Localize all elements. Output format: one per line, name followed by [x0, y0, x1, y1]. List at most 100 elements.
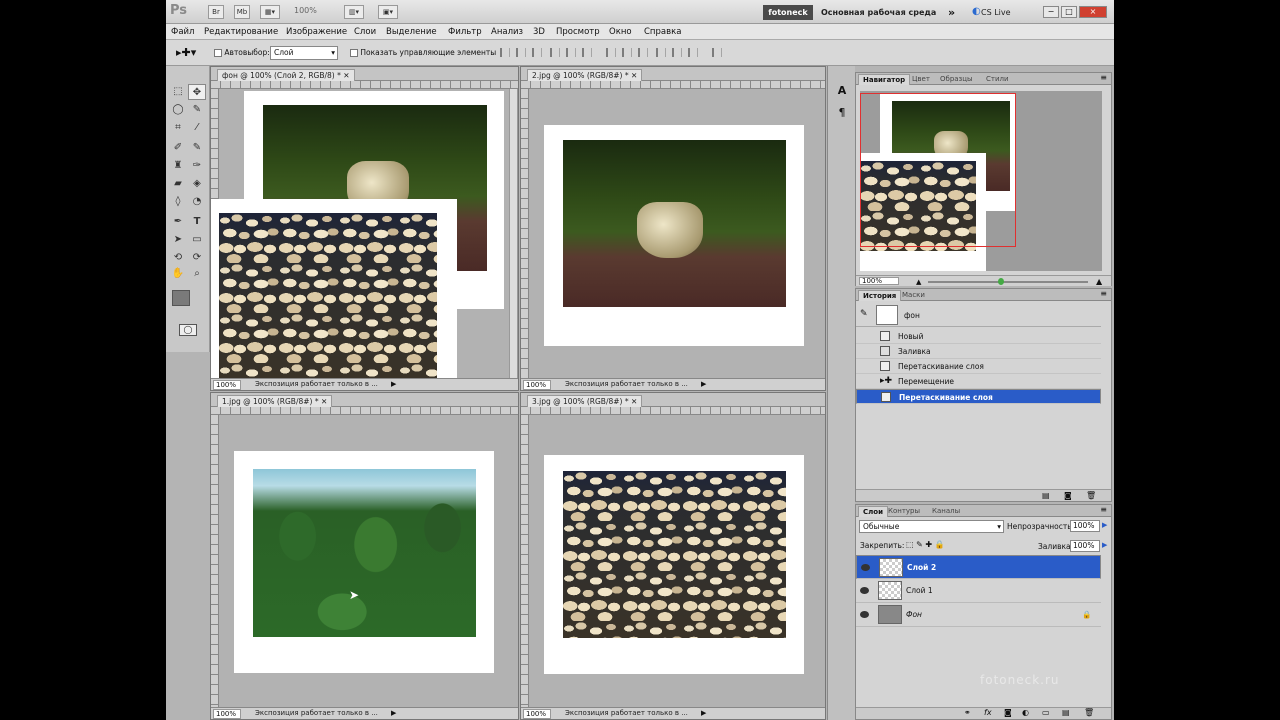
- distribute-top-icon[interactable]: [606, 48, 616, 57]
- tab-styles[interactable]: Стили: [982, 74, 1013, 85]
- menu-edit[interactable]: Редактирование: [204, 27, 278, 37]
- zoom-field[interactable]: 100%: [213, 709, 241, 719]
- layer-name[interactable]: Слой 2: [907, 556, 936, 580]
- distribute-bottom-icon[interactable]: [638, 48, 648, 57]
- cs-live-button[interactable]: CS Live: [981, 8, 1011, 17]
- zoom-slider-thumb[interactable]: [998, 278, 1004, 285]
- character-panel-icon[interactable]: A: [834, 84, 850, 100]
- zoom-field[interactable]: 100%: [523, 380, 551, 390]
- canvas-area[interactable]: [219, 415, 518, 709]
- move-tool-icon[interactable]: ▸✚▾: [176, 46, 196, 59]
- history-item[interactable]: Перетаскивание слоя: [856, 359, 1101, 374]
- document-tab[interactable]: 1.jpg @ 100% (RGB/8#) * ✕: [217, 395, 333, 407]
- menu-analysis[interactable]: Анализ: [491, 27, 523, 37]
- lock-icons[interactable]: ⬚ ✎ ✚ 🔒: [906, 540, 945, 549]
- arrange-documents-button[interactable]: ▥▾: [344, 5, 364, 19]
- document-tab[interactable]: 3.jpg @ 100% (RGB/8#) * ✕: [527, 395, 643, 407]
- panel-menu-icon[interactable]: ≡: [1100, 505, 1107, 514]
- quick-mask-icon[interactable]: ◯: [179, 324, 197, 336]
- visibility-eye-icon[interactable]: [860, 611, 869, 618]
- align-right-icon[interactable]: [582, 48, 592, 57]
- navigator-zoom-slider[interactable]: [928, 281, 1088, 283]
- fill-arrow-icon[interactable]: ▶: [1102, 541, 1107, 549]
- zoom-out-icon[interactable]: ▲: [916, 278, 921, 286]
- menu-image[interactable]: Изображение: [286, 27, 347, 37]
- history-item-selected[interactable]: Перетаскивание слоя: [856, 389, 1101, 404]
- document-tab[interactable]: 2.jpg @ 100% (RGB/8#) * ✕: [527, 69, 643, 81]
- menu-view[interactable]: Просмотр: [556, 27, 600, 37]
- align-bottom-icon[interactable]: [532, 48, 542, 57]
- new-layer-icon[interactable]: ▤: [1062, 708, 1070, 717]
- marquee-tool-icon[interactable]: ⬚: [169, 84, 187, 100]
- close-tab-icon[interactable]: ✕: [343, 71, 349, 80]
- canvas-area[interactable]: [529, 89, 825, 380]
- menu-file[interactable]: Файл: [171, 27, 194, 37]
- opacity-arrow-icon[interactable]: ▶: [1102, 521, 1107, 529]
- minimize-button[interactable]: −: [1043, 6, 1059, 18]
- menu-help[interactable]: Справка: [644, 27, 681, 37]
- screen-mode-button[interactable]: ▣▾: [378, 5, 398, 19]
- paint-bucket-icon[interactable]: ◈: [188, 176, 206, 192]
- layer-style-icon[interactable]: fx: [984, 708, 992, 717]
- history-snapshot[interactable]: ✎ фон: [856, 303, 1101, 327]
- visibility-eye-icon[interactable]: [861, 564, 870, 571]
- rectangle-tool-icon[interactable]: ▭: [188, 232, 206, 248]
- zoom-in-icon[interactable]: ▲: [1096, 277, 1102, 286]
- lasso-tool-icon[interactable]: ◯: [169, 102, 187, 118]
- auto-align-icon[interactable]: [712, 48, 722, 57]
- path-select-icon[interactable]: ➤: [169, 232, 187, 248]
- workspace-switcher[interactable]: Основная рабочая среда: [821, 8, 936, 17]
- status-text[interactable]: Экспозиция работает только в ...: [565, 708, 688, 719]
- close-tab-icon[interactable]: ✕: [631, 397, 637, 406]
- zoom-tool-icon[interactable]: ⌕: [188, 266, 206, 282]
- history-item[interactable]: Заливка: [856, 344, 1101, 359]
- status-text[interactable]: Экспозиция работает только в ...: [565, 379, 688, 390]
- clone-stamp-icon[interactable]: ♜: [169, 158, 187, 174]
- view-extras-button[interactable]: ▦▾: [260, 5, 280, 19]
- align-top-icon[interactable]: [500, 48, 510, 57]
- move-tool-icon[interactable]: ✥: [188, 84, 206, 100]
- new-snapshot-icon[interactable]: ◙: [1064, 491, 1072, 500]
- 3d-orbit-icon[interactable]: ⟳: [188, 250, 206, 266]
- tab-navigator[interactable]: Навигатор: [858, 74, 911, 85]
- navigator-view-box[interactable]: [860, 93, 1016, 247]
- align-hcenter-icon[interactable]: [566, 48, 576, 57]
- navigator-zoom-field[interactable]: 100%: [859, 277, 899, 285]
- link-layers-icon[interactable]: ⚭: [964, 708, 971, 717]
- pen-tool-icon[interactable]: ✒: [169, 214, 187, 230]
- opacity-field[interactable]: 100%: [1070, 520, 1100, 532]
- layer-mask-icon[interactable]: ◙: [1004, 708, 1012, 717]
- layer-name[interactable]: Слой 1: [906, 579, 933, 603]
- status-arrow-icon[interactable]: ▶: [701, 379, 706, 390]
- blur-tool-icon[interactable]: ◊: [169, 194, 187, 210]
- zoom-level[interactable]: 100%: [294, 6, 317, 15]
- status-arrow-icon[interactable]: ▶: [391, 708, 396, 719]
- history-item[interactable]: Новый: [856, 329, 1101, 344]
- status-arrow-icon[interactable]: ▶: [391, 379, 396, 390]
- autoselect-checkbox[interactable]: Автовыбор:: [214, 48, 270, 57]
- history-brush-icon[interactable]: ✑: [188, 158, 206, 174]
- mini-bridge-button[interactable]: Mb: [234, 5, 250, 19]
- canvas-area[interactable]: [529, 415, 825, 709]
- distribute-vcenter-icon[interactable]: [622, 48, 632, 57]
- tab-masks[interactable]: Маски: [898, 290, 929, 301]
- zoom-field[interactable]: 100%: [213, 380, 241, 390]
- tab-channels[interactable]: Каналы: [928, 506, 964, 517]
- distribute-right-icon[interactable]: [688, 48, 698, 57]
- dodge-tool-icon[interactable]: ◔: [188, 194, 206, 210]
- autoselect-dropdown[interactable]: Слой ▾: [270, 46, 338, 60]
- paragraph-panel-icon[interactable]: ¶: [834, 106, 850, 122]
- delete-icon[interactable]: 🗑: [1086, 491, 1096, 500]
- blend-mode-dropdown[interactable]: Обычные ▾: [859, 520, 1004, 533]
- layer-name[interactable]: Фон: [906, 603, 922, 627]
- distribute-hcenter-icon[interactable]: [672, 48, 682, 57]
- align-left-icon[interactable]: [550, 48, 560, 57]
- maximize-button[interactable]: □: [1061, 6, 1077, 18]
- 3d-rotate-icon[interactable]: ⟲: [169, 250, 187, 266]
- quick-select-icon[interactable]: ✎: [188, 102, 206, 118]
- menu-3d[interactable]: 3D: [533, 27, 545, 37]
- menu-window[interactable]: Окно: [609, 27, 632, 37]
- document-tab[interactable]: фон @ 100% (Слой 2, RGB/8) * ✕: [217, 69, 355, 81]
- layer-row-background[interactable]: Фон 🔒: [856, 603, 1101, 627]
- fill-field[interactable]: 100%: [1070, 540, 1100, 552]
